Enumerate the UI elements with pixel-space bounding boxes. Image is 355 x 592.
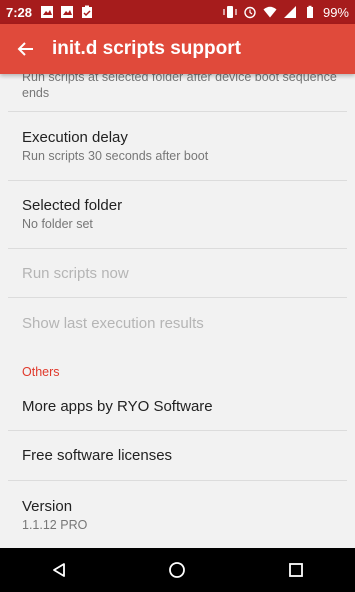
selected-folder-title: Selected folder — [22, 197, 123, 214]
run-after-boot-setting[interactable]: Run scripts at selected folder after dev… — [8, 74, 347, 112]
page-title: init.d scripts support — [52, 38, 241, 59]
nav-back-button[interactable] — [29, 548, 89, 592]
status-bar: 7:28 99% — [0, 0, 355, 24]
selected-folder-summary: No folder set — [22, 217, 93, 231]
settings-list[interactable]: Run scripts at selected folder after dev… — [0, 74, 355, 548]
run-after-boot-summary: Run scripts at selected folder after dev… — [22, 74, 337, 100]
back-triangle-icon — [53, 563, 66, 577]
navigation-bar — [0, 548, 355, 592]
more-apps-setting[interactable]: More apps by RYO Software — [8, 382, 347, 431]
status-time: 7:28 — [6, 4, 33, 20]
image-icon — [41, 6, 54, 18]
run-scripts-now-setting: Run scripts now — [8, 249, 347, 298]
back-button[interactable] — [0, 24, 52, 74]
battery-level: 99% — [322, 4, 349, 20]
nav-home-button[interactable] — [147, 548, 207, 592]
home-circle-icon — [169, 562, 186, 578]
vibrate-icon — [223, 6, 237, 18]
execution-delay-summary: Run scripts 30 seconds after boot — [22, 149, 209, 163]
app-toolbar: init.d scripts support — [0, 24, 355, 74]
licenses-title: Free software licenses — [22, 447, 173, 464]
selected-folder-setting[interactable]: Selected folder No folder set — [8, 181, 347, 249]
execution-delay-setting[interactable]: Execution delay Run scripts 30 seconds a… — [8, 113, 347, 181]
show-results-setting: Show last execution results — [8, 298, 347, 348]
clipboard-check-icon — [82, 5, 93, 18]
version-title: Version — [22, 498, 73, 515]
version-summary: 1.1.12 PRO — [22, 518, 88, 532]
run-scripts-now-title: Run scripts now — [22, 265, 129, 282]
notification-icons — [40, 5, 94, 19]
recents-square-icon — [288, 563, 303, 577]
more-apps-title: More apps by RYO Software — [22, 398, 213, 415]
battery-icon — [306, 5, 313, 18]
others-category-header: Others — [22, 365, 60, 379]
back-arrow-icon — [17, 42, 33, 56]
execution-delay-title: Execution delay — [22, 129, 128, 146]
system-icons: 99% — [223, 5, 349, 20]
version-setting[interactable]: Version 1.1.12 PRO — [8, 481, 347, 548]
licenses-setting[interactable]: Free software licenses — [8, 431, 347, 481]
alarm-icon — [244, 6, 256, 19]
nav-recents-button[interactable] — [266, 548, 326, 592]
show-results-title: Show last execution results — [22, 315, 204, 332]
image-icon — [61, 6, 74, 18]
wifi-icon — [263, 6, 277, 18]
signal-icon — [283, 6, 296, 18]
